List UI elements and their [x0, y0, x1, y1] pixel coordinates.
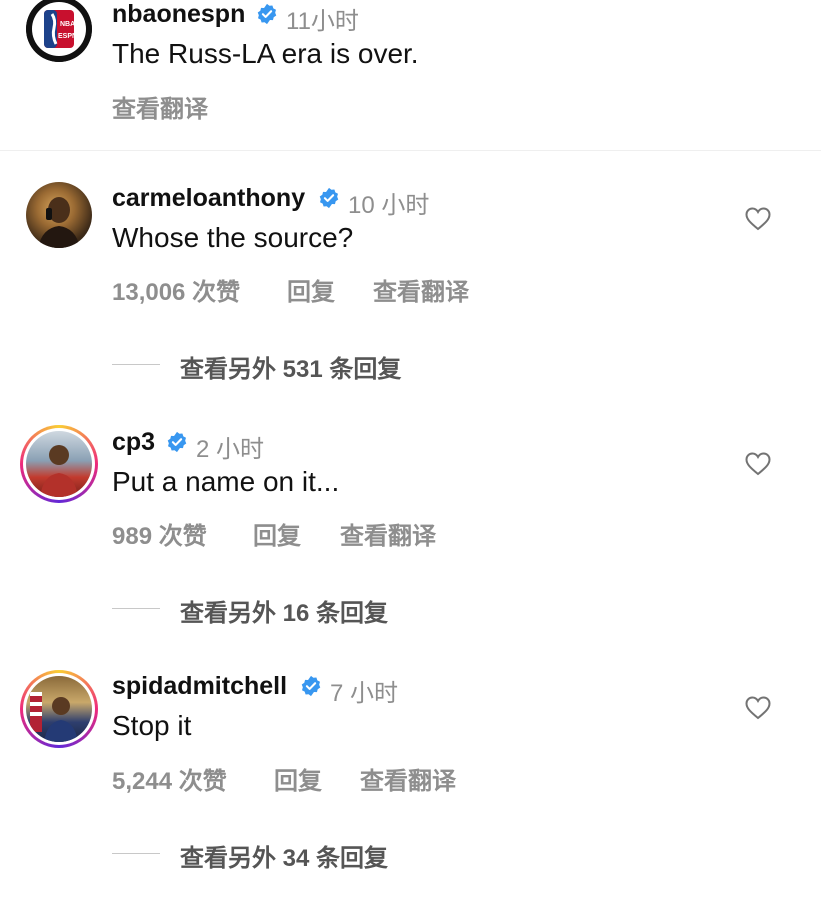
heart-icon[interactable]	[745, 207, 771, 231]
post-translate-link[interactable]: 查看翻译	[112, 89, 208, 124]
comment-username[interactable]: spidadmitchell	[112, 672, 287, 701]
reply-button[interactable]: 回复	[287, 272, 335, 307]
person-silhouette-icon	[30, 692, 78, 742]
heart-icon[interactable]	[745, 696, 771, 720]
reply-button[interactable]: 回复	[274, 761, 322, 796]
svg-text:NBA: NBA	[60, 21, 75, 28]
view-replies-link[interactable]: 查看另外 531 条回复	[180, 349, 401, 384]
verified-badge-icon	[257, 3, 277, 25]
verified-badge-icon	[301, 675, 321, 697]
person-silhouette-icon	[38, 197, 80, 248]
replies-dash	[112, 608, 160, 609]
svg-text:ESPN: ESPN	[58, 33, 77, 40]
comment-avatar-cp3[interactable]	[26, 431, 92, 497]
comment-text: Put a name on it...	[112, 466, 340, 497]
reply-button[interactable]: 回复	[253, 516, 301, 551]
person-silhouette-icon	[40, 445, 78, 497]
like-count[interactable]: 13,006 次赞	[112, 272, 240, 307]
like-count[interactable]: 5,244 次赞	[112, 761, 227, 796]
comment-text: Stop it	[112, 710, 192, 741]
comment-time: 7 小时	[330, 680, 399, 707]
comment-avatar-carmeloanthony[interactable]	[26, 182, 92, 248]
verified-badge-icon	[319, 187, 339, 209]
replies-dash	[112, 853, 160, 854]
verified-badge-icon	[167, 431, 187, 453]
view-replies-link[interactable]: 查看另外 34 条回复	[180, 838, 388, 873]
comment-username[interactable]: cp3	[112, 428, 155, 457]
caption-divider	[0, 150, 821, 151]
post-username[interactable]: nbaonespn	[112, 0, 245, 29]
comment-username[interactable]: carmeloanthony	[112, 184, 305, 213]
comment-avatar-spidadmitchell[interactable]	[26, 676, 92, 742]
nba-espn-logo-icon: NBA ESPN	[26, 0, 92, 62]
heart-icon[interactable]	[745, 452, 771, 476]
view-replies-link[interactable]: 查看另外 16 条回复	[180, 593, 388, 628]
comment-text: Whose the source?	[112, 222, 354, 253]
post-caption: The Russ-LA era is over.	[112, 38, 419, 69]
comment-time: 10 小时	[348, 192, 430, 219]
like-count[interactable]: 989 次赞	[112, 516, 207, 551]
post-avatar[interactable]: NBA ESPN	[26, 0, 92, 62]
translate-link[interactable]: 查看翻译	[340, 516, 436, 551]
post-time: 11小时	[286, 8, 359, 35]
comment-time: 2 小时	[196, 436, 265, 463]
translate-link[interactable]: 查看翻译	[360, 761, 456, 796]
translate-link[interactable]: 查看翻译	[373, 272, 469, 307]
replies-dash	[112, 364, 160, 365]
